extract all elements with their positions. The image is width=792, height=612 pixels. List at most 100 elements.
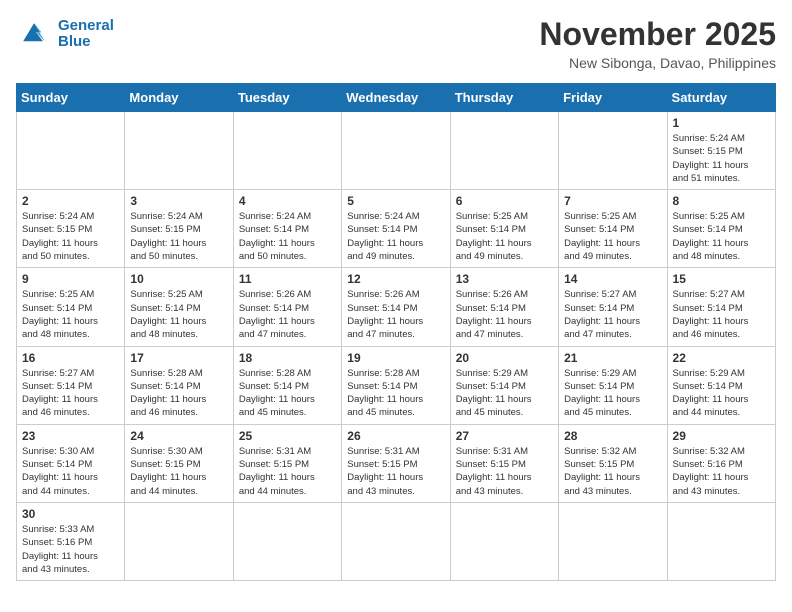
week-row-3: 16 Sunrise: 5:27 AMSunset: 5:14 PMDayligh… [17,346,776,424]
day-info: Sunrise: 5:25 AMSunset: 5:14 PMDaylight:… [456,210,553,263]
day-cell: 1 Sunrise: 5:24 AMSunset: 5:15 PMDaylight… [667,112,775,190]
day-info: Sunrise: 5:31 AMSunset: 5:15 PMDaylight:… [239,445,336,498]
logo-general: General [58,17,114,34]
day-number: 30 [22,507,119,521]
day-cell [450,502,558,580]
day-cell: 24 Sunrise: 5:30 AMSunset: 5:15 PMDayligh… [125,424,233,502]
day-number: 2 [22,194,119,208]
day-number: 17 [130,351,227,365]
day-number: 16 [22,351,119,365]
day-cell: 22 Sunrise: 5:29 AMSunset: 5:14 PMDayligh… [667,346,775,424]
day-cell [667,502,775,580]
day-number: 1 [673,116,770,130]
header-section: General Blue November 2025 New Sibonga, … [16,16,776,71]
day-cell: 8Sunrise: 5:25 AMSunset: 5:14 PMDaylight… [667,190,775,268]
day-number: 11 [239,272,336,286]
day-number: 12 [347,272,444,286]
day-info: Sunrise: 5:24 AMSunset: 5:15 PMDaylight:… [22,210,119,263]
day-cell [342,112,450,190]
day-number: 23 [22,429,119,443]
weekday-header-monday: Monday [125,84,233,112]
location-title: New Sibonga, Davao, Philippines [539,55,776,71]
day-number: 6 [456,194,553,208]
day-cell: 15 Sunrise: 5:27 AMSunset: 5:14 PMDayligh… [667,268,775,346]
day-info: Sunrise: 5:25 AMSunset: 5:14 PMDaylight:… [130,288,227,341]
day-number: 24 [130,429,227,443]
day-cell [342,502,450,580]
weekday-header-friday: Friday [559,84,667,112]
day-number: 28 [564,429,661,443]
week-row-1: 2 Sunrise: 5:24 AMSunset: 5:15 PMDaylight… [17,190,776,268]
day-cell: 30Sunrise: 5:33 AMSunset: 5:16 PMDayligh… [17,502,125,580]
day-info: Sunrise: 5:27 AMSunset: 5:14 PMDaylight:… [22,367,119,420]
day-cell: 19 Sunrise: 5:28 AMSunset: 5:14 PMDayligh… [342,346,450,424]
logo: General Blue [16,16,114,52]
day-cell [450,112,558,190]
day-cell [125,112,233,190]
day-number: 25 [239,429,336,443]
week-row-2: 9 Sunrise: 5:25 AMSunset: 5:14 PMDaylight… [17,268,776,346]
day-number: 18 [239,351,336,365]
day-number: 22 [673,351,770,365]
day-number: 20 [456,351,553,365]
logo-icon [16,16,52,52]
day-info: Sunrise: 5:28 AMSunset: 5:14 PMDaylight:… [347,367,444,420]
day-cell: 2 Sunrise: 5:24 AMSunset: 5:15 PMDaylight… [17,190,125,268]
day-info: Sunrise: 5:24 AMSunset: 5:15 PMDaylight:… [673,132,770,185]
day-info: Sunrise: 5:25 AMSunset: 5:14 PMDaylight:… [673,210,770,263]
day-number: 26 [347,429,444,443]
day-info: Sunrise: 5:27 AMSunset: 5:14 PMDaylight:… [673,288,770,341]
day-info: Sunrise: 5:30 AMSunset: 5:14 PMDaylight:… [22,445,119,498]
weekday-header-thursday: Thursday [450,84,558,112]
day-cell: 20 Sunrise: 5:29 AMSunset: 5:14 PMDayligh… [450,346,558,424]
week-row-4: 23 Sunrise: 5:30 AMSunset: 5:14 PMDayligh… [17,424,776,502]
day-info: Sunrise: 5:25 AMSunset: 5:14 PMDaylight:… [22,288,119,341]
day-number: 7 [564,194,661,208]
day-number: 19 [347,351,444,365]
day-cell: 29Sunrise: 5:32 AMSunset: 5:16 PMDayligh… [667,424,775,502]
day-number: 5 [347,194,444,208]
day-number: 15 [673,272,770,286]
day-cell [233,112,341,190]
day-cell: 25 Sunrise: 5:31 AMSunset: 5:15 PMDayligh… [233,424,341,502]
day-number: 4 [239,194,336,208]
day-cell: 18 Sunrise: 5:28 AMSunset: 5:14 PMDayligh… [233,346,341,424]
day-cell: 11 Sunrise: 5:26 AMSunset: 5:14 PMDayligh… [233,268,341,346]
weekday-header-wednesday: Wednesday [342,84,450,112]
day-info: Sunrise: 5:24 AMSunset: 5:15 PMDaylight:… [130,210,227,263]
day-number: 3 [130,194,227,208]
day-cell: 13Sunrise: 5:26 AMSunset: 5:14 PMDayligh… [450,268,558,346]
day-cell: 26 Sunrise: 5:31 AMSunset: 5:15 PMDayligh… [342,424,450,502]
month-title: November 2025 [539,16,776,53]
day-cell: 17Sunrise: 5:28 AMSunset: 5:14 PMDayligh… [125,346,233,424]
day-info: Sunrise: 5:26 AMSunset: 5:14 PMDaylight:… [239,288,336,341]
day-number: 27 [456,429,553,443]
day-cell: 9 Sunrise: 5:25 AMSunset: 5:14 PMDaylight… [17,268,125,346]
day-cell: 16 Sunrise: 5:27 AMSunset: 5:14 PMDayligh… [17,346,125,424]
logo-blue: Blue [58,33,91,50]
day-cell: 6 Sunrise: 5:25 AMSunset: 5:14 PMDaylight… [450,190,558,268]
day-info: Sunrise: 5:26 AMSunset: 5:14 PMDaylight:… [456,288,553,341]
day-cell [559,112,667,190]
day-info: Sunrise: 5:29 AMSunset: 5:14 PMDaylight:… [673,367,770,420]
day-info: Sunrise: 5:28 AMSunset: 5:14 PMDaylight:… [239,367,336,420]
day-cell [125,502,233,580]
week-row-0: 1 Sunrise: 5:24 AMSunset: 5:15 PMDaylight… [17,112,776,190]
day-cell: 28 Sunrise: 5:32 AMSunset: 5:15 PMDayligh… [559,424,667,502]
week-row-5: 30Sunrise: 5:33 AMSunset: 5:16 PMDayligh… [17,502,776,580]
day-cell: 21Sunrise: 5:29 AMSunset: 5:14 PMDayligh… [559,346,667,424]
day-number: 29 [673,429,770,443]
day-info: Sunrise: 5:31 AMSunset: 5:15 PMDaylight:… [456,445,553,498]
day-number: 10 [130,272,227,286]
weekday-header-saturday: Saturday [667,84,775,112]
day-number: 9 [22,272,119,286]
day-number: 21 [564,351,661,365]
day-cell: 23 Sunrise: 5:30 AMSunset: 5:14 PMDayligh… [17,424,125,502]
day-info: Sunrise: 5:24 AMSunset: 5:14 PMDaylight:… [239,210,336,263]
day-info: Sunrise: 5:32 AMSunset: 5:15 PMDaylight:… [564,445,661,498]
day-info: Sunrise: 5:29 AMSunset: 5:14 PMDaylight:… [456,367,553,420]
weekday-header-row: SundayMondayTuesdayWednesdayThursdayFrid… [17,84,776,112]
day-info: Sunrise: 5:30 AMSunset: 5:15 PMDaylight:… [130,445,227,498]
day-info: Sunrise: 5:31 AMSunset: 5:15 PMDaylight:… [347,445,444,498]
day-number: 14 [564,272,661,286]
